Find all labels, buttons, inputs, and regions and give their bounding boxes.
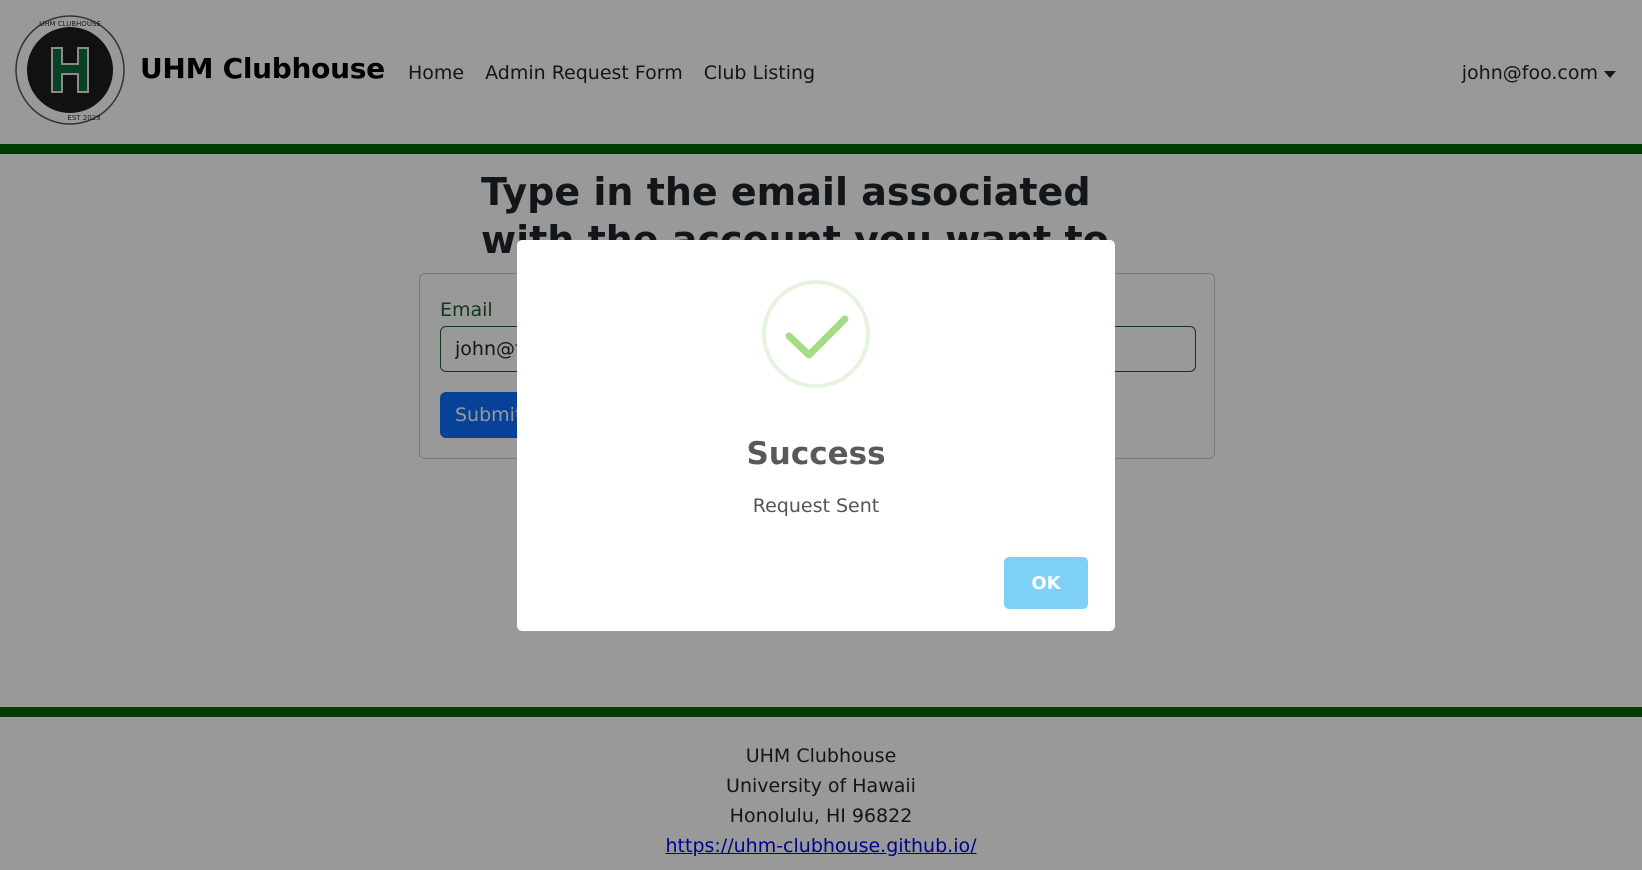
success-dialog: Success Request Sent OK bbox=[517, 240, 1115, 631]
dialog-title: Success bbox=[746, 436, 886, 472]
success-check-icon bbox=[762, 280, 870, 388]
ok-button[interactable]: OK bbox=[1004, 557, 1088, 609]
dialog-message: Request Sent bbox=[752, 495, 880, 517]
